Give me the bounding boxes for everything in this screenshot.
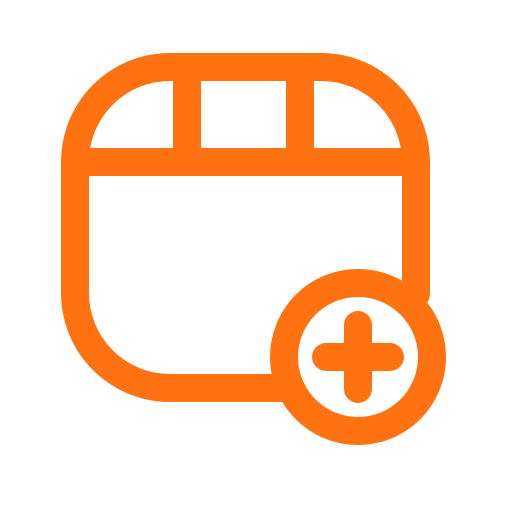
video-add-icon-svg — [61, 53, 446, 445]
icon-canvas — [0, 0, 512, 512]
video-add-icon — [0, 0, 512, 512]
